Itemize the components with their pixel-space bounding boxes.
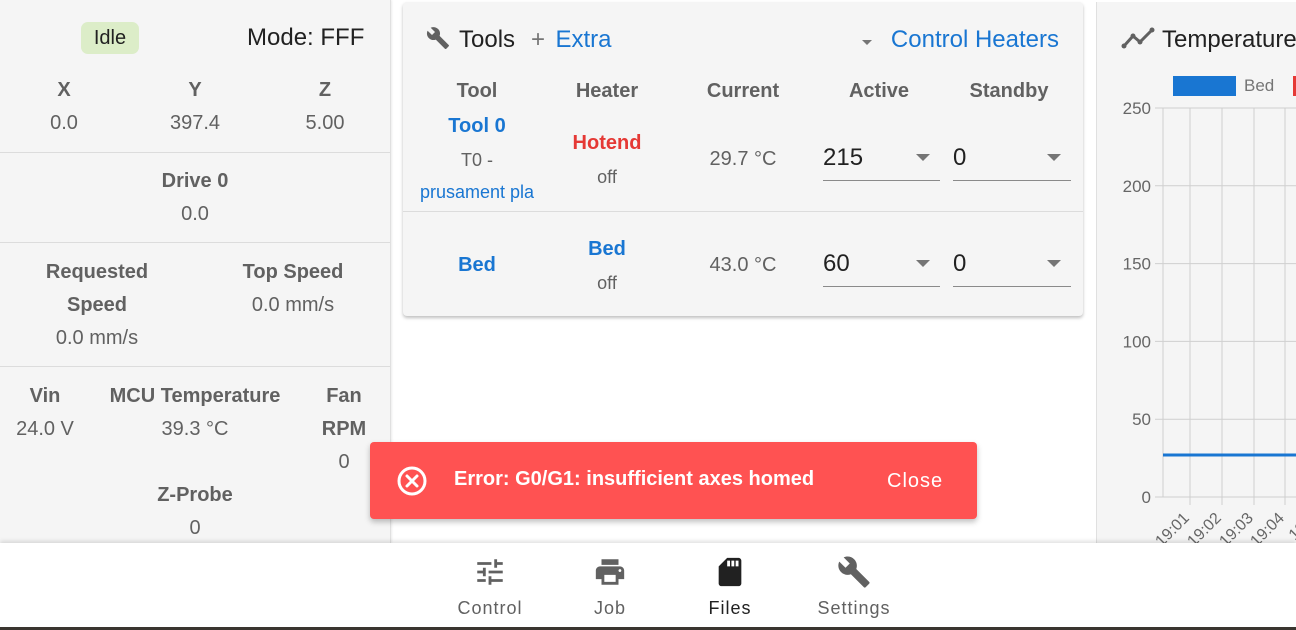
hotend-heater-link[interactable]: Hotend: [547, 132, 667, 155]
printer-icon: [595, 559, 625, 585]
legend-label: Bed: [1244, 76, 1274, 95]
bed-tool-link[interactable]: Bed: [407, 254, 547, 277]
y-tick-label: 50: [1132, 410, 1151, 429]
tune-icon: [477, 559, 503, 585]
axis-z-label: Z: [318, 79, 332, 101]
requested-speed-label-2: Speed: [66, 294, 128, 316]
y-tick-label: 0: [1142, 488, 1151, 507]
hotend-current-temp: 29.7 °C: [709, 148, 777, 170]
column-header-current: Current: [706, 80, 780, 102]
requested-speed-value: 0.0 mm/s: [55, 327, 139, 349]
caret-down-icon: [862, 40, 873, 46]
plus-icon: +: [531, 26, 546, 53]
hotend-active-temp-value: 215: [823, 144, 864, 171]
status-row-axes: Idle Mode: FFF X 0.0 Y 397.4 Z 5.00: [0, 0, 390, 153]
axis-y-label: Y: [188, 79, 202, 101]
error-close-circle-icon: [397, 466, 427, 496]
chart-title: Temperature: [1162, 26, 1296, 53]
bed-standby-temp-select[interactable]: 0: [953, 244, 1071, 287]
tools-title: Tools: [459, 26, 516, 53]
vin-value: 24.0 V: [16, 418, 74, 440]
tools-card: Tools + Extra Control Heaters Tool Heate…: [403, 2, 1083, 316]
chart-line-icon: [1121, 27, 1155, 49]
bed-standby-temp-value: 0: [953, 250, 967, 277]
dropdown-caret-icon: [916, 260, 930, 267]
mcu-temperature-label: MCU Temperature: [109, 385, 281, 407]
nav-files[interactable]: Files: [690, 543, 770, 627]
axis-x-label: X: [57, 79, 71, 101]
nav-settings-label: Settings: [817, 598, 891, 618]
hotend-standby-temp-value: 0: [953, 144, 967, 171]
wrench-icon: [838, 556, 870, 588]
legend-swatch: [1173, 76, 1236, 96]
nav-settings[interactable]: Settings: [804, 543, 904, 627]
mcu-temperature-value: 39.3 °C: [161, 418, 229, 440]
status-row-sensors: Vin 24.0 V MCU Temperature 39.3 °C Fan R…: [0, 367, 390, 543]
axis-x-value: 0.0: [50, 112, 78, 134]
axis-y-value: 397.4: [169, 112, 221, 134]
tool-0-link[interactable]: Tool 0: [407, 115, 547, 138]
snackbar-close-button[interactable]: Close: [887, 470, 943, 493]
error-snackbar: Error: G0/G1: insufficient axes homed Cl…: [370, 442, 977, 519]
dropdown-caret-icon: [1047, 154, 1061, 161]
y-tick-label: 250: [1123, 99, 1151, 118]
nav-files-label: Files: [708, 598, 752, 618]
top-speed-label: Top Speed: [242, 261, 344, 283]
extra-toggle[interactable]: + Extra: [531, 26, 611, 54]
column-header-standby: Standby: [969, 80, 1049, 102]
drive-0-label: Drive 0: [161, 170, 229, 192]
bed-heater-link[interactable]: Bed: [547, 238, 667, 261]
x-tick-label: 19:0: [1286, 510, 1296, 543]
bed-heater-state: off: [597, 273, 617, 293]
status-chip: Idle: [81, 22, 139, 54]
axis-z-value: 5.00: [305, 112, 345, 134]
vin-label: Vin: [29, 385, 61, 407]
machine-status-panel: Idle Mode: FFF X 0.0 Y 397.4 Z 5.00 Driv…: [0, 0, 391, 543]
wrench-icon: [426, 27, 449, 49]
bed-active-temp-value: 60: [823, 250, 850, 277]
requested-speed-label-1: Requested: [45, 261, 149, 283]
series-line-bed: [1163, 453, 1296, 457]
fan-rpm-label-1: Fan: [326, 385, 362, 407]
y-tick-label: 150: [1123, 255, 1151, 274]
machine-mode: Mode: FFF: [247, 24, 365, 51]
fan-rpm-label-2: RPM: [321, 418, 367, 440]
nav-job[interactable]: Job: [570, 543, 650, 627]
control-heaters-menu[interactable]: Control Heaters: [862, 26, 1059, 54]
dropdown-caret-icon: [916, 154, 930, 161]
bed-current-temp: 43.0 °C: [709, 254, 777, 276]
status-row-speeds: Requested Speed 0.0 mm/s Top Speed 0.0 m…: [0, 243, 390, 367]
z-probe-label: Z-Probe: [157, 484, 233, 506]
status-row-extruders: Drive 0 0.0: [0, 153, 390, 243]
y-tick-label: 100: [1123, 332, 1151, 351]
nav-job-label: Job: [593, 598, 627, 618]
control-heaters-label: Control Heaters: [890, 26, 1059, 53]
dropdown-caret-icon: [1047, 260, 1061, 267]
nav-control[interactable]: Control: [450, 543, 530, 627]
column-header-active: Active: [848, 80, 910, 102]
tool-0-label: T0 -: [460, 150, 493, 170]
nav-control-label: Control: [457, 598, 523, 618]
sd-card-icon: [718, 557, 742, 587]
column-header-heater: Heater: [575, 80, 639, 102]
top-speed-value: 0.0 mm/s: [251, 294, 335, 316]
row-divider: [403, 211, 1083, 212]
error-message: Error: G0/G1: insufficient axes homed: [454, 468, 815, 490]
tool-0-filament-link[interactable]: prusament pla: [407, 182, 547, 203]
hotend-heater-state: off: [597, 167, 617, 187]
drive-0-value: 0.0: [181, 203, 209, 225]
bottom-navigation: Control Job Files Settings: [0, 543, 1296, 627]
x-tick-label: 19:04: [1247, 510, 1287, 543]
y-tick-label: 200: [1123, 177, 1151, 196]
temperature-chart: BedHotend05010015020025019:0119:0219:031…: [1123, 76, 1296, 543]
z-probe-value: 0: [189, 517, 201, 539]
hotend-active-temp-select[interactable]: 215: [823, 138, 940, 181]
extra-label: Extra: [555, 26, 612, 53]
column-header-tool: Tool: [456, 80, 498, 102]
bed-active-temp-select[interactable]: 60: [823, 244, 940, 287]
hotend-standby-temp-select[interactable]: 0: [953, 138, 1071, 181]
